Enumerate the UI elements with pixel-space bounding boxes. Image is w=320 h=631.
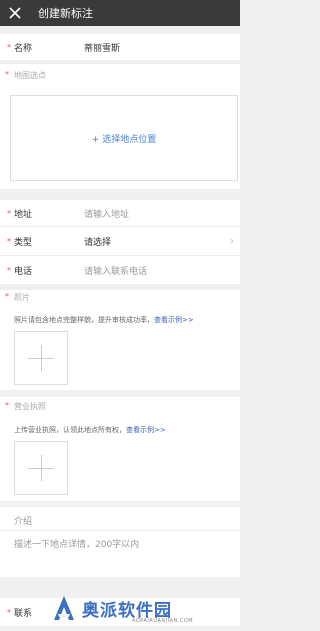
close-button[interactable] [0,0,30,26]
address-label: 地址 [14,209,33,220]
divider [0,530,240,531]
required-mark: * [7,236,11,246]
license-hint: 上传营业执照，认领此地点所有权，查看示例>> [0,425,240,437]
watermark-text: 奥派软件园 [82,600,172,621]
required-mark: * [7,208,11,218]
required-mark: * [7,607,11,617]
photo-upload-button[interactable] [14,331,68,385]
aopai-logo-icon [54,596,74,620]
phone-label: 电话 [14,266,33,277]
license-label: 营业执照 [14,402,46,411]
phone-input[interactable]: 请输入联系电话 [84,264,147,277]
intro-textarea[interactable]: 描述一下地点详情，200字以内 [14,537,139,550]
type-label: 类型 [14,237,33,248]
required-mark: * [5,292,9,301]
address-row[interactable]: * 地址 请输入地址 [0,200,240,226]
page-title: 创建新标注 [38,7,93,20]
address-input[interactable]: 请输入地址 [84,207,129,220]
license-example-link[interactable]: 查看示例>> [126,426,166,434]
name-label: 名称 [14,43,33,54]
map-label: 地图选点 [14,71,46,80]
phone-row[interactable]: * 电话 请输入联系电话 [0,256,240,284]
watermark: 奥派软件园 AOPAIRUANJIAN.COM [52,588,238,628]
license-section-header: * 营业执照 [0,401,240,413]
license-upload-button[interactable] [14,441,68,495]
photo-hint-text: 照片请包含地点完整样貌，提升审核成功率， [14,316,154,324]
intro-label: 介绍 [14,517,33,527]
photo-example-link[interactable]: 查看示例>> [154,316,194,324]
photo-hint: 照片请包含地点完整样貌，提升审核成功率，查看示例>> [0,315,240,327]
chevron-right-icon: › [230,235,234,247]
required-mark: * [7,42,11,52]
type-select[interactable]: 请选择 [84,235,111,248]
close-icon [9,7,21,19]
required-mark: * [5,70,9,79]
watermark-url: AOPAIRUANJIAN.COM [132,618,194,624]
type-row[interactable]: * 类型 请选择 › [0,227,240,255]
name-input[interactable]: 蒂丽雪斯 [84,41,120,54]
select-location-button[interactable]: + 选择地点位置 [92,132,156,145]
required-mark: * [7,265,11,275]
map-section-header: * 地图选点 [0,70,240,84]
license-hint-text: 上传营业执照，认领此地点所有权， [14,426,126,434]
map-picker[interactable]: + 选择地点位置 [10,95,238,181]
top-bar: 创建新标注 [0,0,240,26]
required-mark: * [5,401,9,410]
photo-section-header: * 照片 [0,292,240,304]
photo-label: 照片 [14,293,30,302]
name-row[interactable]: * 名称 蒂丽雪斯 [0,34,240,60]
